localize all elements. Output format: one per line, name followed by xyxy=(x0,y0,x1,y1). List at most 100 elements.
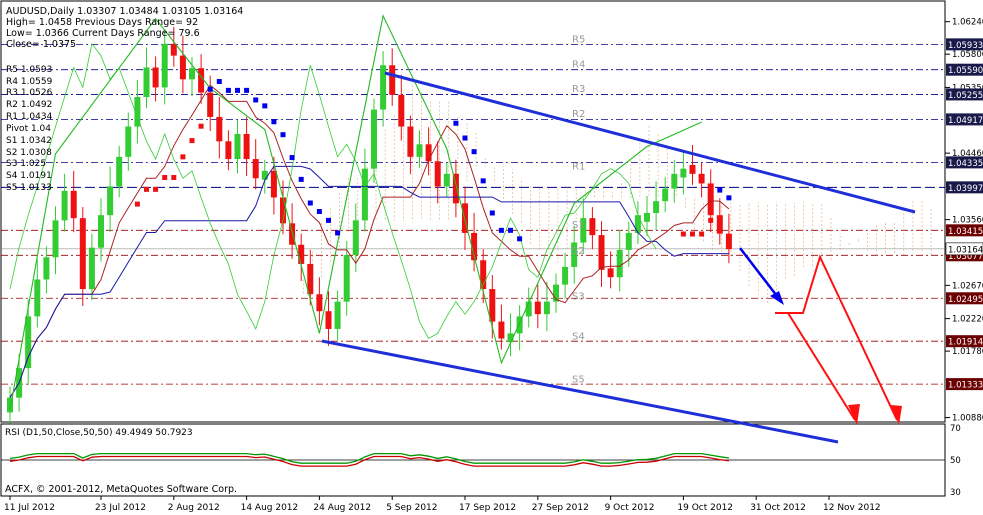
x-tick-label: 27 Sep 2012 xyxy=(532,503,589,513)
level-tag-text: 1.05590 xyxy=(948,66,983,76)
trend-block xyxy=(216,79,222,85)
trend-block xyxy=(180,154,186,160)
trend-block xyxy=(189,138,195,144)
trend-block xyxy=(162,175,168,181)
candle-body xyxy=(644,212,650,222)
candle-body xyxy=(625,232,632,250)
candle-body xyxy=(725,233,732,250)
candle-body xyxy=(189,68,195,80)
candle-body xyxy=(689,164,696,174)
candle-body xyxy=(434,161,441,187)
candle-body xyxy=(252,159,259,179)
trend-block xyxy=(335,230,341,236)
candle-body xyxy=(289,223,296,245)
candle-body xyxy=(443,173,450,187)
trend-block xyxy=(480,178,486,184)
x-tick-label: 12 Nov 2012 xyxy=(823,503,881,513)
level-tag-text: 1.05933 xyxy=(948,41,983,51)
candle-body xyxy=(25,316,32,369)
trend-block xyxy=(717,187,723,193)
trend-block xyxy=(207,86,213,92)
candle-body xyxy=(680,168,687,178)
candle-body xyxy=(70,190,77,219)
level-tag-text: 1.01333 xyxy=(948,381,983,391)
candle-body xyxy=(716,215,723,234)
trend-block xyxy=(144,186,149,192)
y-tick-label: 1.02220 xyxy=(952,315,983,325)
candle-body xyxy=(598,235,605,270)
trend-block xyxy=(316,209,322,214)
trend-block xyxy=(708,217,714,223)
level-label: S2 xyxy=(572,246,585,257)
x-tick-label: 17 Sep 2012 xyxy=(459,503,516,513)
y-axis: 1.062401.058001.053501.044601.035601.026… xyxy=(945,18,983,424)
candle-body xyxy=(161,43,168,88)
candle-body xyxy=(425,144,432,162)
x-tick-label: 9 Oct 2012 xyxy=(605,503,655,513)
candle-body xyxy=(489,289,496,322)
pivot-s5: S5 1.0133 xyxy=(6,183,52,193)
candle-body xyxy=(498,321,505,339)
level-tags: 1.05933 1.05590 1.05255 1.04917 1.04335 1.039… xyxy=(945,38,983,391)
level-tag-text: 1.04917 xyxy=(948,116,983,126)
trend-block xyxy=(680,231,686,237)
y-tick-label: 1.02670 xyxy=(952,281,983,291)
level-label: S1 xyxy=(572,220,585,231)
candle-body xyxy=(261,170,268,180)
pivot-r1: R1 1.0434 xyxy=(6,112,53,122)
x-tick-label: 31 Oct 2012 xyxy=(750,503,806,513)
level-label: R3 xyxy=(572,84,585,95)
trend-block xyxy=(280,132,286,138)
candle-body xyxy=(343,255,350,302)
candle-body xyxy=(361,168,368,221)
trend-block xyxy=(262,103,268,109)
candle-body xyxy=(334,301,341,329)
level-tag-text: 1.03997 xyxy=(948,184,983,194)
candle-body xyxy=(653,201,660,213)
level-tag-text: 1.04335 xyxy=(948,159,983,169)
copyright: ACFX, © 2001-2012, MetaQuotes Software C… xyxy=(5,484,237,495)
candle-body xyxy=(270,170,277,198)
trend-block xyxy=(508,227,513,233)
candle-body xyxy=(698,173,705,184)
candle-body xyxy=(380,65,387,110)
trend-block xyxy=(225,87,231,93)
candle-body xyxy=(707,183,714,216)
candle-body xyxy=(534,301,541,315)
level-tag-text: 1.03415 xyxy=(948,227,983,237)
trend-block xyxy=(289,155,295,161)
trend-block xyxy=(298,176,304,182)
x-tick-label: 23 Jul 2012 xyxy=(95,503,146,513)
x-tick-label: 2 Aug 2012 xyxy=(168,503,220,513)
pivot-s3: S3 1.025 xyxy=(6,159,46,169)
trend-block xyxy=(326,217,331,223)
y-tick-label: 1.03560 xyxy=(952,216,983,226)
candle-body xyxy=(352,220,359,256)
header-line-1: High= 1.0458 Previous Days Range= 92 xyxy=(6,17,198,28)
pivot-r3: R3 1.0526 xyxy=(6,88,53,98)
candle-body xyxy=(98,215,104,248)
x-tick-label: 24 Aug 2012 xyxy=(313,503,371,513)
header-line-3: Close= 1.0375 xyxy=(6,39,76,50)
candle-body xyxy=(325,311,332,329)
candle-body xyxy=(316,294,323,312)
candle-body xyxy=(107,186,114,216)
trend-block xyxy=(726,195,732,201)
x-tick-label: 5 Sep 2012 xyxy=(386,503,437,513)
candle-body xyxy=(152,67,159,88)
candle-body xyxy=(207,92,214,117)
trend-block xyxy=(134,201,140,207)
x-axis: 11 Jul 2012 23 Jul 2012 2 Aug 2012 14 Aug 2… xyxy=(4,496,881,513)
rsi-label: RSI (D1,50,Close,50,50) 49.4949 50.7923 xyxy=(5,428,193,438)
candle-body xyxy=(371,109,377,169)
candle-body xyxy=(416,144,423,157)
pivot-r4: R4 1.0559 xyxy=(6,77,53,87)
trend-block xyxy=(690,231,695,237)
candle-body xyxy=(298,244,305,264)
candle-body xyxy=(143,67,150,98)
rsi-axis-label: 70 xyxy=(950,424,961,434)
trend-block xyxy=(307,200,313,206)
x-tick-label: 19 Oct 2012 xyxy=(677,503,733,513)
candle-body xyxy=(88,247,95,290)
trend-block xyxy=(517,236,523,242)
